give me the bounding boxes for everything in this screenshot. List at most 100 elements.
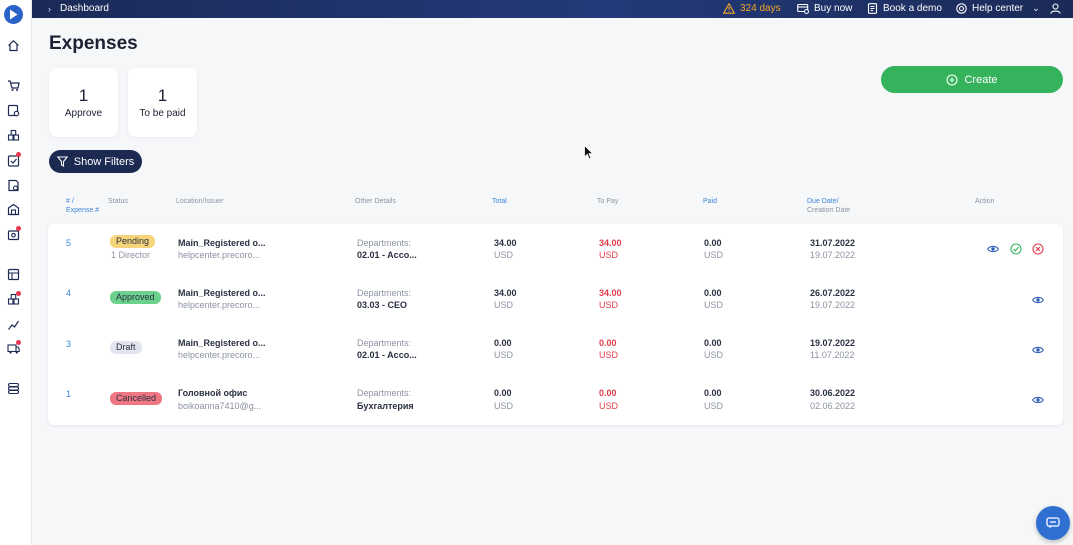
book-demo-label: Book a demo (883, 3, 942, 14)
total-amount: 0.00 (494, 388, 512, 398)
total-currency: USD (494, 350, 514, 360)
total-amount: 0.00 (494, 338, 512, 348)
invoice-icon[interactable] (7, 179, 20, 192)
total-currency: USD (494, 300, 514, 310)
details-label: Departments: (357, 288, 412, 298)
paid-amount: 0.00 (704, 338, 722, 348)
check-circle-icon[interactable] (1010, 242, 1022, 255)
app-logo[interactable] (4, 5, 23, 24)
x-circle-icon[interactable] (1032, 242, 1044, 255)
boxes-icon[interactable] (7, 129, 20, 142)
to-be-paid-label: To be paid (139, 108, 186, 119)
settings-stack-icon[interactable] (7, 382, 20, 395)
col-total-header[interactable]: Total (492, 197, 507, 206)
eye-icon[interactable] (987, 242, 999, 254)
col-due-header[interactable]: Due Date/ Creation Date (807, 197, 850, 215)
home-icon[interactable] (7, 39, 20, 52)
cart-icon[interactable] (7, 79, 20, 92)
book-demo-button[interactable]: Book a demo (867, 3, 942, 14)
breadcrumb: › Dashboard (48, 3, 109, 14)
user-profile-button[interactable] (1050, 3, 1061, 14)
request-icon[interactable] (7, 104, 20, 117)
chevron-down-icon: ⌄ (1032, 3, 1040, 13)
filter-icon (56, 156, 68, 167)
trial-days-indicator[interactable]: 324 days (723, 3, 781, 14)
paid-currency: USD (704, 350, 724, 360)
issuer: helpcenter.precoro... (178, 350, 261, 360)
col-to-pay-header: To Pay (597, 198, 619, 205)
sidebar (0, 0, 32, 545)
plus-circle-icon (946, 73, 959, 86)
location: Main_Registered o... (178, 338, 266, 348)
paid-currency: USD (704, 300, 724, 310)
details-value: 02.01 - Acco... (357, 350, 417, 360)
due-date: 19.07.2022 (810, 338, 856, 348)
location: Main_Registered o... (178, 288, 266, 298)
col-location-header: Location/Issuer (176, 198, 224, 205)
expense-number[interactable]: 5 (66, 237, 71, 249)
details-value: 03.03 - CEO (357, 300, 408, 310)
create-button[interactable]: Create (881, 66, 1063, 93)
buy-now-label: Buy now (814, 3, 853, 14)
payment-icon (797, 3, 809, 14)
to-pay-currency: USD (599, 401, 619, 411)
issuer: boikoanna7410@g... (178, 401, 262, 411)
approvals-icon[interactable] (7, 152, 21, 167)
approve-count: 1 (78, 86, 89, 105)
expense-number[interactable]: 3 (66, 338, 71, 350)
expenses-icon[interactable] (7, 226, 21, 241)
col-due-line1: Due Date/ (807, 198, 839, 205)
mouse-cursor (584, 144, 594, 165)
warehouse-icon[interactable] (7, 203, 20, 216)
to-pay-amount: 0.00 (599, 388, 617, 398)
top-bar: › Dashboard 324 days Buy now Book a demo… (32, 0, 1073, 18)
eye-icon[interactable] (1032, 393, 1044, 405)
breadcrumb-dashboard[interactable]: Dashboard (60, 3, 109, 14)
approve-summary-card[interactable]: 1 Approve (49, 68, 118, 137)
expenses-table: 5 Pending 1 Director Main_Registered o..… (48, 224, 1063, 425)
details-value: 02.01 - Acco... (357, 250, 417, 260)
to-pay-amount: 34.00 (599, 288, 622, 298)
to-be-paid-summary-card[interactable]: 1 To be paid (128, 68, 197, 137)
notification-dot (16, 340, 21, 345)
create-label: Create (964, 73, 998, 86)
notification-dot (16, 291, 21, 296)
col-details-header: Other Details (355, 198, 396, 205)
suppliers-icon[interactable] (7, 291, 21, 306)
buy-now-button[interactable]: Buy now (797, 3, 852, 14)
details-label: Departments: (357, 388, 412, 398)
creation-date: 11.07.2022 (810, 350, 855, 360)
creation-date: 19.07.2022 (810, 300, 856, 310)
status-badge: Pending (110, 235, 156, 248)
expense-number[interactable]: 1 (66, 388, 71, 400)
col-paid-header[interactable]: Paid (703, 197, 717, 206)
page-title: Expenses (49, 33, 138, 54)
eye-icon[interactable] (1032, 293, 1044, 305)
col-number-line2: Expense # (66, 207, 100, 214)
col-status-header: Status (108, 198, 128, 205)
analytics-icon[interactable] (7, 318, 20, 331)
col-due-line2: Creation Date (807, 207, 851, 214)
chat-widget-button[interactable] (1036, 506, 1070, 540)
details-value: Бухгалтерия (357, 401, 414, 411)
to-pay-currency: USD (599, 300, 619, 310)
budget-icon[interactable] (7, 268, 20, 281)
user-icon (1050, 3, 1061, 14)
help-center-button[interactable]: Help center ⌄ (956, 3, 1040, 14)
due-date: 26.07.2022 (810, 288, 856, 298)
col-number-header[interactable]: # / Expense # (66, 197, 99, 215)
due-date: 31.07.2022 (810, 238, 856, 248)
status-badge: Approved (110, 291, 161, 304)
eye-icon[interactable] (1032, 343, 1044, 355)
details-label: Departments: (357, 338, 412, 348)
notification-dot (16, 226, 21, 231)
to-be-paid-count: 1 (157, 86, 168, 105)
delivery-icon[interactable] (7, 340, 21, 355)
paid-currency: USD (704, 401, 724, 411)
status-sub: 1 Director (111, 250, 151, 260)
expense-number[interactable]: 4 (66, 287, 71, 299)
trial-days-text: 324 days (740, 3, 781, 14)
details-label: Departments: (357, 238, 412, 248)
to-pay-currency: USD (599, 250, 619, 260)
show-filters-button[interactable]: Show Filters (49, 150, 142, 173)
